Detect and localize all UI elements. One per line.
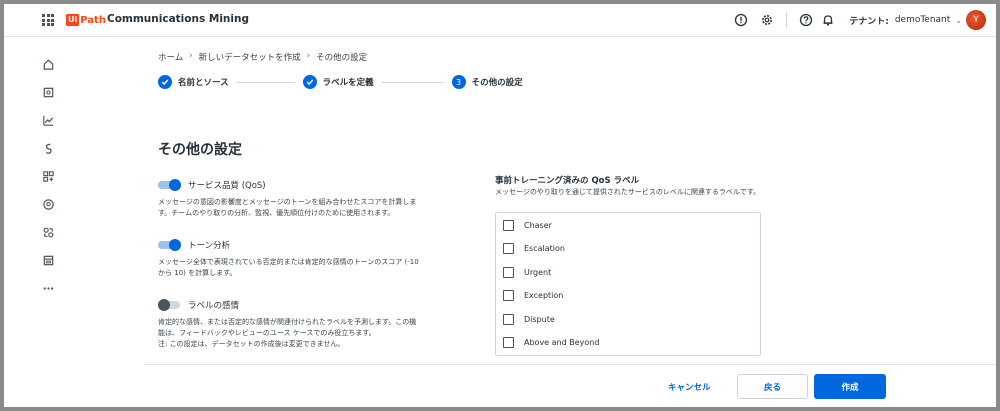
breadcrumb: ホーム › 新しいデータセットを作成 › その他の設定 (158, 51, 367, 63)
main-content: ホーム › 新しいデータセットを作成 › その他の設定 名前とソース ラベルを定… (144, 37, 996, 407)
tone-setting: トーン分析 (158, 239, 230, 251)
breadcrumb-home[interactable]: ホーム (158, 51, 183, 63)
automation-icon[interactable] (40, 196, 56, 212)
alert-icon[interactable] (732, 11, 750, 29)
step-label: 名前とソース (178, 78, 229, 88)
qos-toggle[interactable] (158, 179, 181, 191)
sentiment-setting: ラベルの感情 (158, 299, 239, 311)
sources-icon[interactable] (40, 140, 56, 156)
qos-item-dispute[interactable]: Dispute (503, 312, 555, 326)
qos-setting: サービス品質 (QoS) (158, 179, 266, 191)
qos-item-chaser[interactable]: Chaser (503, 218, 552, 232)
qos-item-label: Urgent (524, 267, 552, 277)
step-define-labels[interactable]: ラベルを定義 (302, 75, 374, 89)
back-button[interactable]: 戻る (737, 374, 808, 399)
qos-item-label: Dispute (524, 314, 555, 324)
integrations-icon[interactable] (40, 168, 56, 184)
sentiment-note: 注: この設定は、データセットの作成後は変更できません。 (158, 340, 345, 348)
breadcrumb-separator-icon: › (306, 51, 311, 61)
dataset-icon[interactable] (40, 84, 56, 100)
tenant-name: demoTenant (894, 15, 951, 25)
top-right-controls: テナント: demoTenant ⌄ (732, 11, 962, 29)
uipath-logo: Ui Path (66, 13, 106, 27)
sentiment-description: 肯定的な感情、または否定的な感情が関連付けられたラベルを予測します。この機能は、… (158, 317, 423, 350)
bell-icon[interactable] (819, 11, 837, 29)
toolbar-divider (786, 12, 788, 28)
breadcrumb-current: その他の設定 (316, 53, 368, 63)
qos-item-exception[interactable]: Exception (503, 288, 563, 302)
step-name-source[interactable]: 名前とソース (158, 75, 229, 89)
help-icon[interactable] (797, 11, 815, 29)
logo-ui-text: Ui (66, 14, 80, 26)
breadcrumb-new-dataset[interactable]: 新しいデータセットを作成 (199, 51, 301, 63)
storage-icon[interactable] (40, 252, 56, 268)
step-label: その他の設定 (471, 78, 523, 88)
top-bar: Ui Path Communications Mining テナント: demo… (4, 4, 996, 37)
chevron-down-icon: ⌄ (955, 15, 962, 25)
footer-actions: キャンセル 戻る 作成 (144, 364, 996, 407)
step-number: 3 (451, 75, 466, 89)
cancel-button[interactable]: キャンセル (668, 381, 711, 393)
checkbox[interactable] (503, 219, 514, 231)
create-button[interactable]: 作成 (814, 374, 886, 399)
checkbox[interactable] (503, 336, 514, 348)
breadcrumb-separator-icon: › (189, 51, 193, 61)
qos-item-escalation[interactable]: Escalation (503, 241, 565, 255)
step-connector (381, 81, 444, 83)
qos-item-urgent[interactable]: Urgent (503, 265, 551, 279)
sentiment-toggle[interactable] (158, 299, 180, 311)
gear-icon[interactable] (758, 11, 776, 29)
tenant-selector[interactable]: テナント: demoTenant ⌄ (849, 14, 962, 27)
qos-description: メッセージの意図の影響度とメッセージのトーンを組み合わせたスコアを計算します。チ… (158, 198, 417, 217)
models-icon[interactable] (40, 224, 56, 240)
avatar[interactable]: Y (966, 10, 986, 30)
app-launcher-icon[interactable] (42, 14, 54, 26)
qos-toggle-label: サービス品質 (QoS) (188, 181, 266, 191)
tone-toggle[interactable] (158, 239, 181, 251)
checkbox[interactable] (503, 313, 514, 325)
stepper: 名前とソース ラベルを定義 3 その他の設定 (158, 75, 523, 89)
step-connector (236, 81, 295, 83)
check-icon (158, 75, 172, 89)
qos-item-label: Exception (524, 290, 564, 300)
step-label: ラベルを定義 (322, 78, 374, 88)
app-name: Communications Mining (107, 13, 249, 25)
tenant-label: テナント: (849, 16, 889, 27)
logo-path-text: Path (80, 14, 106, 26)
analytics-icon[interactable] (40, 112, 56, 128)
tone-description: メッセージ全体で表現されている否定的または肯定的な感情のトーンのスコア (-10… (158, 258, 419, 277)
app-window: Ui Path Communications Mining テナント: demo… (4, 4, 996, 407)
qos-labels-subtitle: メッセージのやり取りを通じて提供されたサービスのレベルに関連するラベルです。 (495, 188, 761, 196)
tone-toggle-label: トーン分析 (188, 241, 231, 251)
qos-labels-title: 事前トレーニング済みの QoS ラベル (495, 176, 640, 186)
checkbox[interactable] (503, 266, 514, 278)
sentiment-toggle-label: ラベルの感情 (188, 301, 240, 311)
qos-item-label: Escalation (524, 243, 565, 253)
qos-labels-list: Chaser Escalation Urgent Exception Dispu… (495, 212, 761, 356)
step-other-settings: 3 その他の設定 (451, 75, 523, 89)
check-icon (302, 75, 317, 89)
home-icon[interactable] (40, 56, 56, 72)
qos-item-label: Above and Beyond (524, 337, 600, 347)
sidebar (4, 37, 100, 407)
qos-item-above-and-beyond[interactable]: Above and Beyond (503, 335, 599, 349)
sentiment-description-text: 肯定的な感情、または否定的な感情が関連付けられたラベルを予測します。この機能は、… (158, 318, 417, 337)
checkbox[interactable] (503, 289, 514, 301)
page-title: その他の設定 (158, 142, 242, 158)
more-icon[interactable] (40, 280, 56, 296)
checkbox[interactable] (503, 242, 514, 254)
qos-item-label: Chaser (524, 220, 552, 230)
